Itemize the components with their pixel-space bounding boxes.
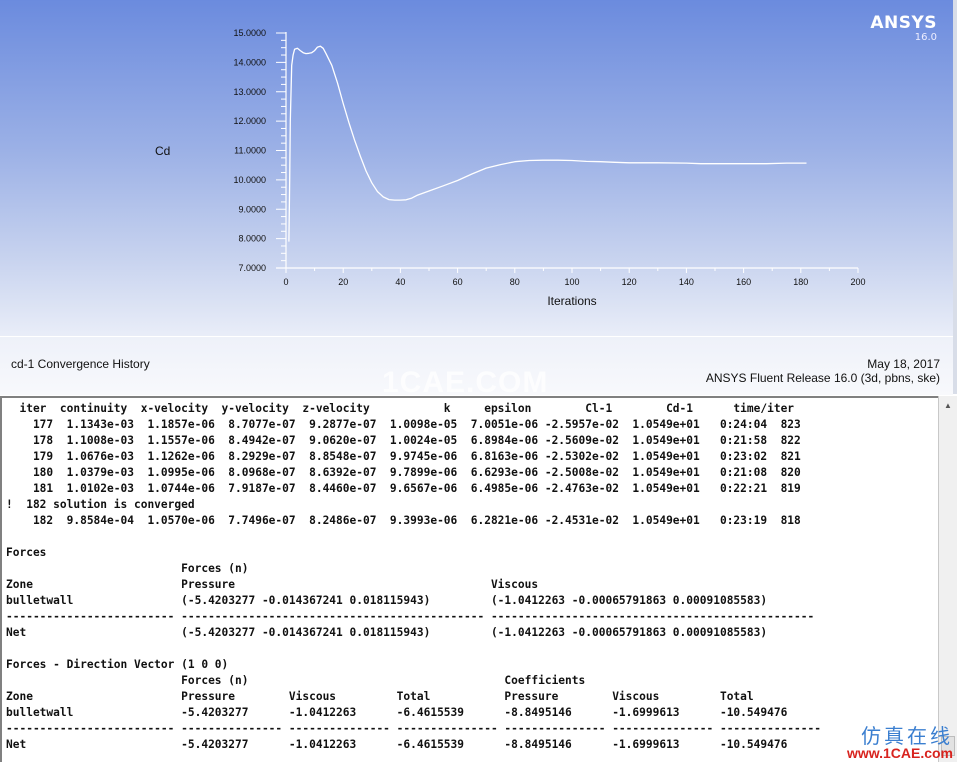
x-tick-label: 180 [793, 277, 808, 287]
y-tick-label: 7.0000 [238, 263, 266, 273]
window-edge [953, 0, 957, 394]
logo-version: 16.0 [914, 32, 937, 43]
watermark-text: 1CAE.COM [382, 366, 549, 399]
x-tick-label: 40 [395, 277, 405, 287]
y-tick-label: 10.0000 [233, 175, 266, 185]
series-group [288, 45, 807, 242]
x-tick-label: 100 [564, 277, 579, 287]
x-tick-label: 60 [453, 277, 463, 287]
ansys-logo: ANSYS 16.0 [870, 14, 937, 43]
chart-ticks: 7.0000 8.0000 9.0000 10.0000 11.0000 12.0000 1… [233, 28, 865, 287]
x-tick-label: 0 [283, 277, 288, 287]
caption-date: May 18, 2017 [867, 357, 940, 371]
y-axis-title: Cd [155, 144, 170, 158]
y-tick-label: 14.0000 [233, 57, 266, 67]
scroll-up-icon[interactable]: ▲ [941, 400, 955, 412]
console-scrollbar[interactable]: ▲ [938, 396, 957, 762]
logo-name: ANSYS [870, 13, 937, 33]
x-tick-label: 20 [338, 277, 348, 287]
y-tick-label: 13.0000 [233, 87, 266, 97]
site-watermark-cn: 仿真在线 [861, 724, 953, 748]
x-tick-label: 120 [622, 277, 637, 287]
chart-caption-bar: cd-1 Convergence History 1CAE.COM May 18… [0, 336, 953, 399]
y-tick-label: 15.0000 [233, 28, 266, 38]
site-watermark-url: www.1CAE.com [846, 745, 953, 761]
chart-axes [276, 32, 858, 269]
x-tick-label: 200 [850, 277, 865, 287]
chart-caption-title: cd-1 Convergence History [11, 357, 150, 371]
convergence-chart: 7.0000 8.0000 9.0000 10.0000 11.0000 12.0000 1… [155, 28, 866, 308]
x-tick-label: 140 [679, 277, 694, 287]
chart-caption-info: May 18, 2017 ANSYS Fluent Release 16.0 (… [706, 357, 940, 385]
caption-release: ANSYS Fluent Release 16.0 (3d, pbns, ske… [705, 371, 940, 385]
series-line-cd-1 [288, 45, 807, 242]
console-output[interactable]: iter continuity x-velocity y-velocity z-… [0, 396, 938, 762]
y-tick-label: 8.0000 [238, 234, 266, 244]
x-axis-title: Iterations [547, 294, 596, 308]
site-watermark: 仿真在线 www.1CAE.com [847, 726, 953, 760]
x-tick-label: 160 [736, 277, 751, 287]
console-text: iter continuity x-velocity y-velocity z-… [6, 402, 821, 751]
y-tick-label: 12.0000 [233, 116, 266, 126]
y-tick-label: 9.0000 [238, 204, 266, 214]
x-tick-label: 80 [510, 277, 520, 287]
y-tick-label: 11.0000 [234, 146, 266, 156]
plot-area: 7.0000 8.0000 9.0000 10.0000 11.0000 12.0000 1… [0, 0, 953, 336]
